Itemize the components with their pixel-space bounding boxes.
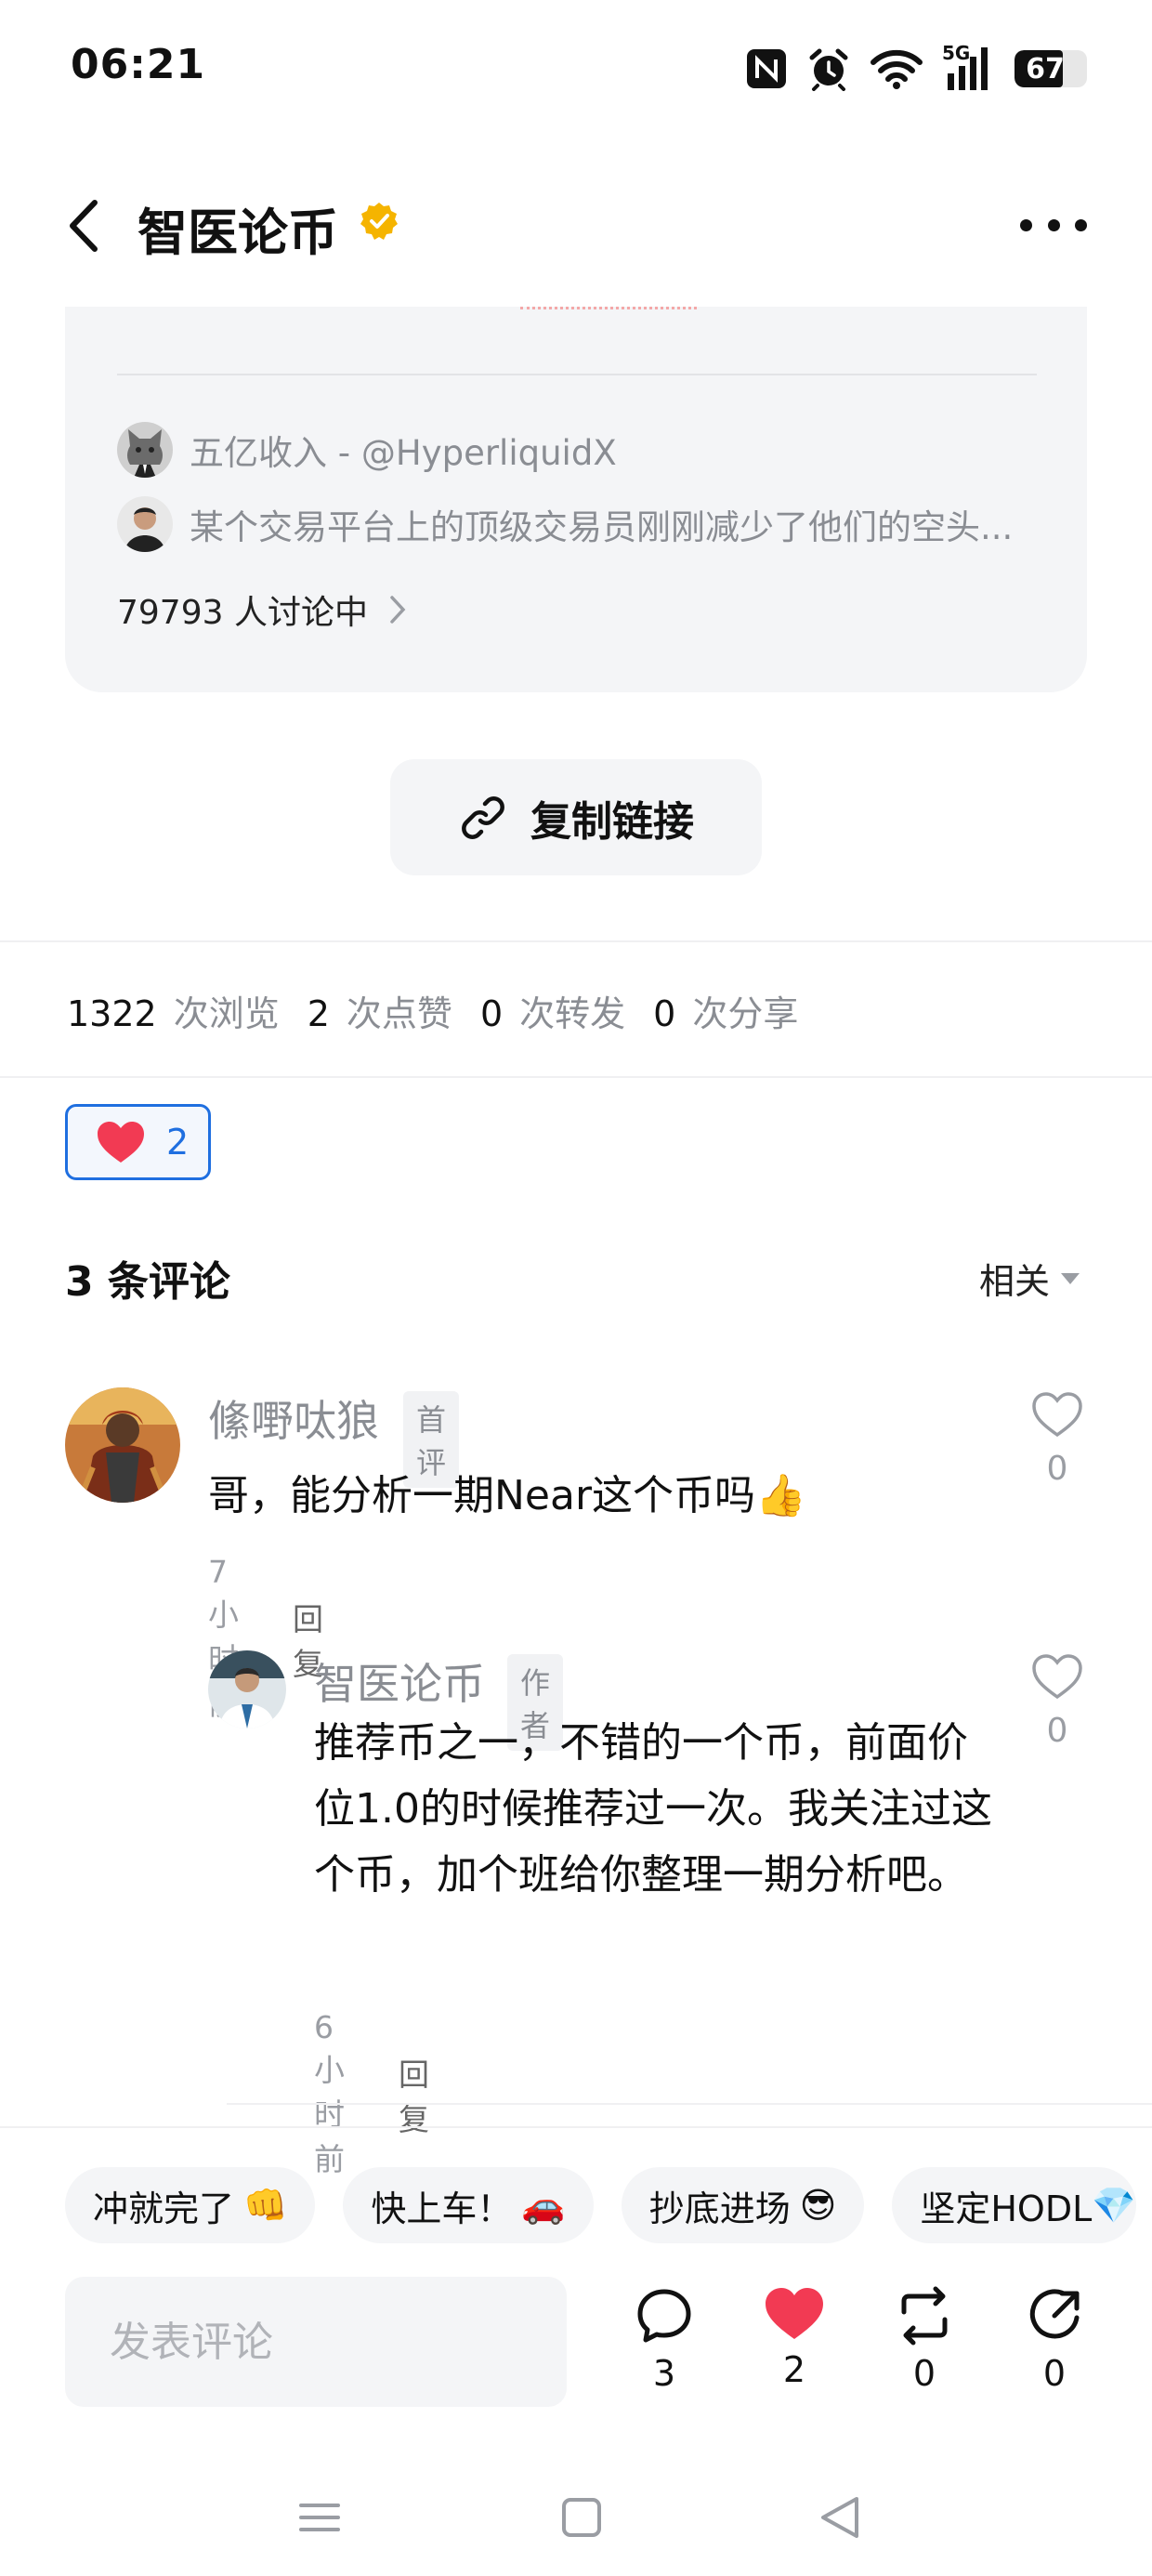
system-nav-bar — [0, 2463, 1152, 2576]
battery-level: 67 — [1026, 53, 1065, 85]
person-avatar — [117, 496, 173, 552]
repost-line-text: 五亿收入 - @HyperliquidX — [190, 433, 617, 473]
status-icons: 5G 67 — [745, 42, 1087, 95]
comments-action-count: 3 — [652, 2353, 676, 2394]
quick-reply-chip[interactable]: 坚定HODL 💎 — [892, 2167, 1136, 2243]
home-nav-button[interactable] — [544, 2485, 619, 2550]
back-triangle-icon — [821, 2497, 858, 2538]
status-time: 06:21 — [71, 41, 206, 88]
reaction-like-count: 2 — [166, 1122, 190, 1163]
quoted-snippet: 某个交易平台上的顶级交易员刚刚减少了他们的空头... — [117, 496, 1035, 552]
comments-sort-dropdown[interactable]: 相关 — [979, 1253, 1080, 1304]
commenter-name[interactable]: 絛嘢呔狼 — [208, 1387, 379, 1449]
likes-label: 次点赞 — [346, 993, 452, 1034]
comment-divider — [227, 2103, 1152, 2105]
share-action[interactable]: 0 — [1013, 2286, 1096, 2394]
repost-icon — [901, 2286, 948, 2346]
quoted-post-card[interactable]: 五亿收入 - @HyperliquidX 某个交易平台上的顶级交易员刚刚减少了他… — [65, 307, 1087, 692]
views-label: 次浏览 — [173, 993, 280, 1034]
back-button[interactable] — [58, 193, 113, 258]
post-stats: 1322 次浏览 2 次点赞 0 次转发 0 次分享 — [67, 985, 826, 1036]
reposts-count: 0 — [479, 993, 504, 1034]
comment-text: 哥，能分析一期Near这个币吗👍 — [208, 1472, 806, 1519]
comment-input[interactable] — [65, 2277, 567, 2407]
menu-lines-icon — [299, 2504, 340, 2531]
menu-nav-button[interactable] — [282, 2485, 357, 2550]
nfc-icon — [745, 47, 788, 90]
shares-label: 次分享 — [692, 993, 799, 1034]
chevron-right-icon — [390, 596, 406, 624]
quick-reply-chip[interactable]: 快上车！ 🚗 — [343, 2167, 594, 2243]
comments-action[interactable]: 3 — [622, 2286, 706, 2394]
quoted-snippet-text: 某个交易平台上的顶级交易员刚刚减少了他们的空头... — [190, 507, 1014, 547]
car-emoji: 🚗 — [521, 2184, 566, 2226]
top-app-bar: 智医论币 — [0, 177, 1152, 269]
comment-like-button[interactable]: 0 — [1029, 1390, 1085, 1488]
alarm-icon — [806, 46, 851, 91]
quick-reply-chip[interactable]: 抄底进场 😎 — [621, 2167, 865, 2243]
likes-count: 2 — [307, 993, 330, 1034]
repost-action[interactable]: 0 — [883, 2286, 966, 2394]
chevron-left-icon — [70, 200, 98, 252]
page-title[interactable]: 智医论币 — [137, 191, 338, 265]
heart-outline-icon — [1032, 1392, 1082, 1438]
shares-count: 0 — [653, 993, 676, 1034]
cat-avatar — [117, 422, 173, 478]
verified-badge-icon — [360, 203, 398, 240]
reply-meta: 6 小时前 回复 — [314, 2009, 429, 2179]
dropdown-arrow-icon — [1061, 1272, 1080, 1284]
heart-filled-icon — [766, 2288, 823, 2339]
repost-line: 五亿收入 - @HyperliquidX — [117, 422, 617, 478]
share-action-count: 0 — [1042, 2353, 1067, 2394]
sort-label: 相关 — [978, 1261, 1050, 1302]
signal-5g-icon: 5G — [942, 42, 996, 92]
copy-link-button[interactable]: 复制链接 — [390, 759, 762, 875]
reply-like-count: 0 — [1046, 1712, 1068, 1750]
home-square-icon — [562, 2498, 601, 2537]
heart-outline-icon — [1032, 1654, 1082, 1700]
share-icon — [1029, 2289, 1080, 2339]
reply-like-button[interactable]: 0 — [1029, 1652, 1085, 1750]
fist-emoji: 👊 — [243, 2184, 288, 2226]
composer-divider — [0, 2126, 1152, 2128]
sunglasses-emoji: 😎 — [799, 2185, 837, 2226]
commenter-avatar[interactable] — [65, 1387, 180, 1503]
like-action[interactable]: 2 — [753, 2286, 836, 2390]
section-divider — [0, 1076, 1152, 1078]
comment-like-count: 0 — [1046, 1450, 1068, 1488]
link-icon — [462, 795, 504, 839]
back-nav-button[interactable] — [805, 2485, 879, 2550]
comment-bubble-icon — [637, 2289, 691, 2343]
card-divider — [117, 374, 1037, 375]
wifi-icon — [870, 47, 923, 90]
repost-action-count: 0 — [912, 2353, 936, 2394]
copy-link-label: 复制链接 — [530, 797, 694, 846]
reply-text: 推荐币之一，不错的一个币，前面价位1.0的时候推荐过一次。我关注过这个币，加个班… — [314, 1719, 992, 1899]
quick-reply-chip[interactable]: 冲就完了 👊 — [65, 2167, 316, 2243]
discussion-count: 79793 人讨论中 — [117, 594, 368, 632]
battery-icon: 67 — [1015, 50, 1087, 87]
more-dots-icon — [1020, 219, 1032, 231]
author-name[interactable]: 智医论币 — [314, 1650, 485, 1712]
reposts-label: 次转发 — [519, 993, 626, 1034]
reply-time: 6 小时前 — [314, 2009, 345, 2177]
discussion-link[interactable]: 79793 人讨论中 — [117, 585, 407, 634]
reaction-like-chip[interactable]: 2 — [65, 1104, 211, 1180]
views-count: 1322 — [67, 993, 157, 1034]
heart-filled-icon — [98, 1122, 144, 1163]
more-options-button[interactable] — [1020, 214, 1087, 236]
gem-emoji: 💎 — [1092, 2184, 1136, 2226]
like-action-count: 2 — [782, 2349, 806, 2390]
status-bar: 06:21 5G 67 — [0, 0, 1152, 139]
card-cut-off-content — [520, 307, 827, 318]
section-divider — [0, 940, 1152, 942]
quick-reply-row: 冲就完了 👊 快上车！ 🚗 抄底进场 😎 坚定HODL 💎 — [65, 2167, 1136, 2243]
comments-count-title: 3 条评论 — [65, 1258, 230, 1306]
author-avatar[interactable] — [208, 1650, 286, 1728]
